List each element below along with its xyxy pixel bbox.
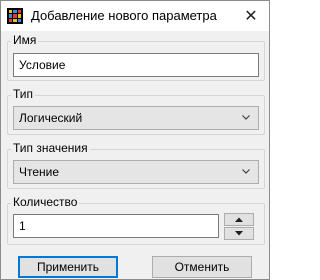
value-type-group: Тип значения Чтение [7, 141, 265, 189]
cancel-button[interactable]: Отменить [152, 256, 252, 278]
chevron-down-icon [241, 107, 253, 129]
type-select-value: Логический [19, 111, 83, 125]
triangle-up-icon [235, 217, 243, 222]
increment-button[interactable] [224, 213, 254, 226]
type-group-label: Тип [11, 87, 36, 101]
close-button[interactable]: ✕ [233, 1, 269, 31]
name-group-label: Имя [11, 33, 39, 47]
triangle-down-icon [235, 231, 243, 236]
count-input[interactable]: 1 [13, 214, 219, 238]
chevron-down-icon [241, 161, 253, 183]
close-icon: ✕ [244, 8, 258, 25]
count-group: Количество 1 [7, 195, 265, 245]
title-bar[interactable]: Добавление нового параметра ✕ [1, 1, 269, 31]
type-group: Тип Логический [7, 87, 265, 135]
apply-button[interactable]: Применить [18, 256, 118, 278]
count-group-label: Количество [11, 195, 80, 209]
grid-app-icon [7, 8, 23, 24]
window-title: Добавление нового параметра [31, 8, 217, 23]
value-type-select[interactable]: Чтение [13, 160, 259, 184]
decrement-button[interactable] [224, 227, 254, 240]
value-type-group-label: Тип значения [11, 141, 90, 155]
value-type-select-value: Чтение [19, 165, 60, 179]
name-input[interactable]: Условие [13, 53, 259, 77]
name-group: Имя Условие [7, 33, 265, 81]
type-select[interactable]: Логический [13, 106, 259, 130]
dialog-window: Добавление нового параметра ✕ Имя Услови… [0, 0, 270, 280]
